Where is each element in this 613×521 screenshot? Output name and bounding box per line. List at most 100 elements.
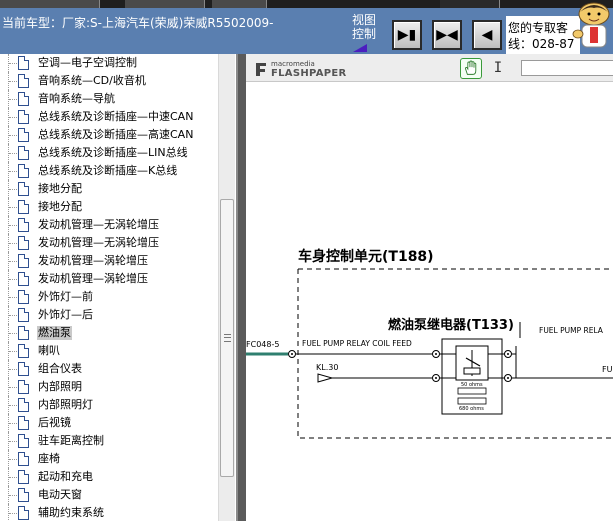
view-control-marker: [353, 44, 367, 52]
document-icon: [18, 254, 29, 268]
tree-item[interactable]: 座椅: [0, 450, 218, 468]
tree-item[interactable]: 内部照明: [0, 378, 218, 396]
document-icon: [18, 362, 29, 376]
view-control-label: 视图 控制: [352, 13, 377, 52]
document-viewer: macromedia FLASHPAPER I 车身控制单元(T188) 燃油泵…: [246, 54, 613, 521]
tree-branch-line: [9, 351, 17, 352]
tree-item-label: 内部照明: [38, 380, 82, 393]
resistor-lower-label: 680 ohms: [459, 406, 484, 412]
tree-item[interactable]: 接地分配: [0, 198, 218, 216]
tree-item-label: 辅助约束系统: [38, 506, 104, 519]
current-vehicle-label: 当前车型：厂家:S-上海汽车(荣威)荣威R5502009-: [2, 16, 274, 30]
tree-branch-line: [9, 171, 17, 172]
tree-item[interactable]: 接地分配: [0, 180, 218, 198]
arrow-left-icon: ◀: [481, 27, 493, 43]
panel-splitter[interactable]: [236, 54, 246, 521]
tree-scrollbar[interactable]: [218, 54, 235, 521]
header-tab-2[interactable]: [125, 0, 205, 8]
text-select-tool[interactable]: I: [492, 60, 504, 77]
tree-item-label: 空调—电子空调控制: [38, 56, 137, 69]
tree-branch-line: [9, 369, 17, 370]
hand-tool-button[interactable]: [460, 58, 482, 79]
tree-branch-line: [9, 441, 17, 442]
tree-item[interactable]: 总线系统及诊断插座—K总线: [0, 162, 218, 180]
tree-item-label: 音响系统—导航: [38, 92, 115, 105]
header-tab-1[interactable]: [0, 0, 100, 8]
tree-item-label: 座椅: [38, 452, 60, 465]
tree-item-label: 音响系统—CD/收音机: [38, 74, 146, 87]
service-info-box: 您的专取客 线：028-87: [506, 16, 580, 54]
tree-item[interactable]: 驻车距离控制: [0, 432, 218, 450]
tree-item-label: 电动天窗: [38, 488, 82, 501]
show-tree-button[interactable]: ▶▮: [392, 20, 422, 50]
tree-item[interactable]: 辅助约束系统: [0, 504, 218, 521]
tree-item[interactable]: 电动天窗: [0, 486, 218, 504]
tree-item[interactable]: 发动机管理—涡轮增压: [0, 252, 218, 270]
resistor-upper-label: 50 ohms: [461, 382, 483, 388]
tree-branch-line: [9, 405, 17, 406]
tree-item[interactable]: 发动机管理—无涡轮增压: [0, 216, 218, 234]
tree-item[interactable]: 外饰灯—前: [0, 288, 218, 306]
document-icon: [18, 488, 29, 502]
tree-item[interactable]: 音响系统—CD/收音机: [0, 72, 218, 90]
document-icon: [18, 56, 29, 70]
tree-item-label: 外饰灯—前: [38, 290, 93, 303]
document-icon: [18, 164, 29, 178]
view-control-line2: 控制: [352, 27, 377, 41]
tree-item[interactable]: 发动机管理—无涡轮增压: [0, 234, 218, 252]
tree-item[interactable]: 发动机管理—涡轮增压: [0, 270, 218, 288]
tree-item-label: 驻车距离控制: [38, 434, 104, 447]
tree-branch-line: [9, 333, 17, 334]
split-view-button[interactable]: ▶◀: [432, 20, 462, 50]
tree-item-label: 接地分配: [38, 182, 82, 195]
tree-item[interactable]: 内部照明灯: [0, 396, 218, 414]
tree-scrollbar-thumb[interactable]: [220, 199, 234, 477]
tree-item[interactable]: 外饰灯—后: [0, 306, 218, 324]
hide-tree-button[interactable]: ◀: [472, 20, 502, 50]
tree-item[interactable]: 音响系统—导航: [0, 90, 218, 108]
document-icon: [18, 146, 29, 160]
tree-item[interactable]: 起动和充电: [0, 468, 218, 486]
tree-item[interactable]: 总线系统及诊断插座—LIN总线: [0, 144, 218, 162]
tree-branch-line: [9, 81, 17, 82]
tree-branch-line: [9, 297, 17, 298]
tree-branch-line: [9, 243, 17, 244]
relay-output-label: FUEL PUMP RELA: [539, 326, 604, 335]
tree-item[interactable]: 空调—电子空调控制: [0, 54, 218, 72]
tree-item[interactable]: 组合仪表: [0, 360, 218, 378]
header-tab-3[interactable]: [212, 0, 267, 8]
viewer-toolbar: macromedia FLASHPAPER I: [246, 54, 613, 82]
tree-branch-line: [9, 513, 17, 514]
tree-branch-line: [9, 261, 17, 262]
tree-item[interactable]: 后视镜: [0, 414, 218, 432]
tree-branch-line: [9, 495, 17, 496]
top-header: 当前车型：厂家:S-上海汽车(荣威)荣威R5502009- 视图 控制 ▶▮ ▶…: [0, 0, 613, 54]
tree-item-label: 发动机管理—无涡轮增压: [38, 236, 159, 249]
viewer-search-input[interactable]: [521, 60, 613, 76]
kl30-label: KL.30: [316, 363, 338, 372]
document-icon: [18, 506, 29, 520]
hand-icon: [465, 60, 477, 75]
tree-item-label: 发动机管理—无涡轮增压: [38, 218, 159, 231]
flashpaper-logo-icon: [256, 63, 266, 76]
tree-item[interactable]: 总线系统及诊断插座—高速CAN: [0, 126, 218, 144]
tree-item-label: 起动和充电: [38, 470, 93, 483]
tree-item-label: 发动机管理—涡轮增压: [38, 254, 148, 267]
document-icon: [18, 92, 29, 106]
tree-item[interactable]: 燃油泵: [0, 324, 218, 342]
tree-branch-line: [9, 117, 17, 118]
document-icon: [18, 452, 29, 466]
document-icon: [18, 308, 29, 322]
tree-branch-line: [9, 279, 17, 280]
tree-item[interactable]: 喇叭: [0, 342, 218, 360]
tree-branch-line: [9, 207, 17, 208]
tree-item-label: 外饰灯—后: [38, 308, 93, 321]
relay-title: 燃油泵继电器(T133): [388, 317, 514, 333]
tree-item[interactable]: 总线系统及诊断插座—中速CAN: [0, 108, 218, 126]
tree-item-label: 燃油泵: [37, 326, 72, 340]
document-icon: [18, 434, 29, 448]
header-tab-4[interactable]: [440, 0, 500, 8]
tree-branch-line: [9, 459, 17, 460]
tree-item-label: 内部照明灯: [38, 398, 93, 411]
feed-label: FUEL PUMP RELAY COIL FEED: [302, 339, 412, 348]
